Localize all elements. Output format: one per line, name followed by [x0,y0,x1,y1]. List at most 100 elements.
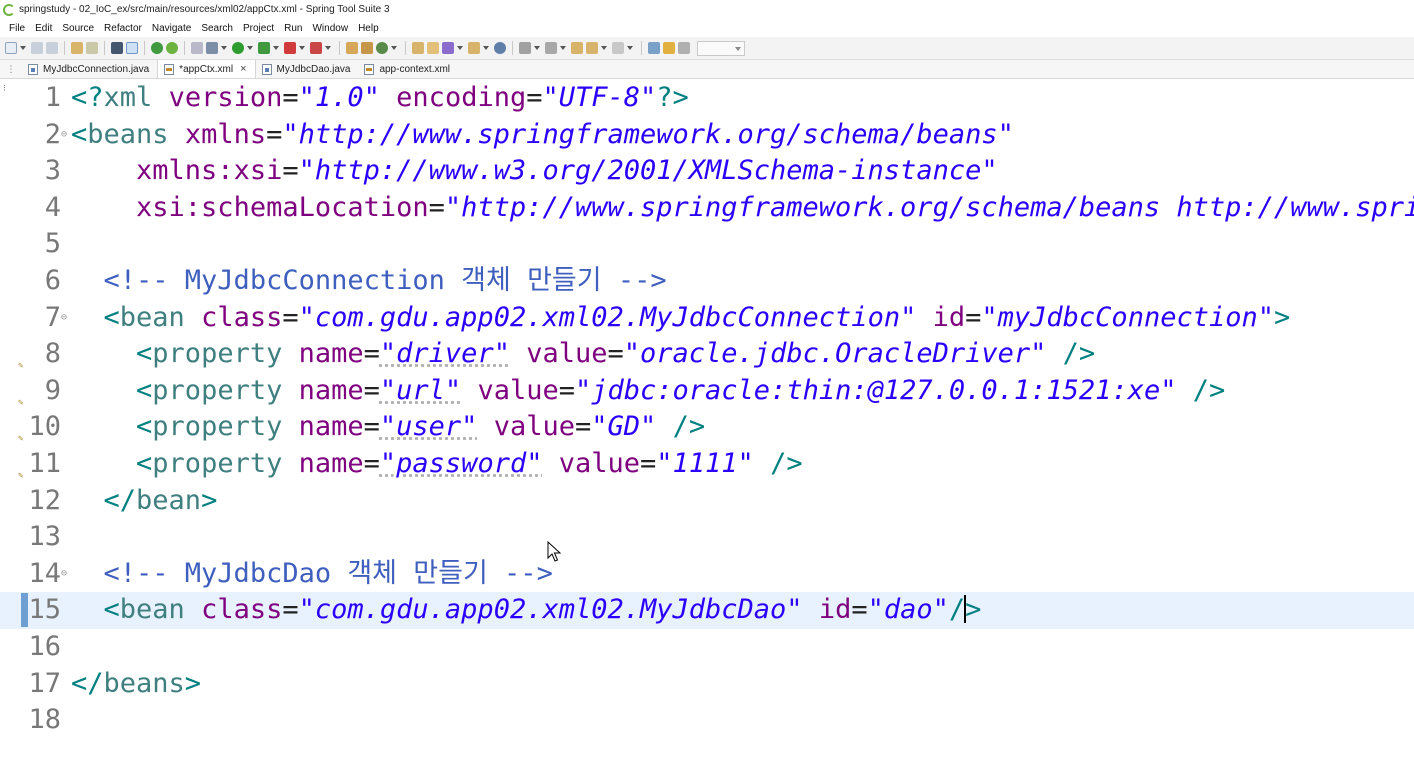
toolbar-combo[interactable] [697,40,745,56]
debug-icon[interactable] [206,42,218,54]
code-line-12[interactable]: 12 </bean> [0,483,1414,520]
globe-icon[interactable] [494,42,506,54]
back-dropdown-icon[interactable] [601,46,607,50]
new-package-icon[interactable] [361,42,373,54]
line-number: 13 [28,521,61,553]
fold-toggle-icon[interactable]: ⊖ [61,117,67,154]
menu-edit[interactable]: Edit [30,23,57,34]
line-number: 7 [44,301,61,333]
code-token: = [282,301,299,333]
grid-icon[interactable] [678,42,690,54]
tab-appctx-xml[interactable]: *appCtx.xml × [157,60,256,78]
code-line-11[interactable]: ✎ 11 <property name="password" value="111… [0,446,1414,483]
open-type-icon[interactable] [71,42,83,54]
external-tools-dropdown-icon[interactable] [325,46,331,50]
code-line-14[interactable]: 14 ⊖ <!-- MyJdbcDao 객체 만들기 --> [0,556,1414,593]
save-icon[interactable] [31,42,43,54]
code-line-18[interactable]: 18 [0,702,1414,739]
open-perspective-icon[interactable] [468,42,480,54]
menu-window[interactable]: Window [307,23,353,34]
code-line-7[interactable]: 7 ⊖ <bean class="com.gdu.app02.xml02.MyJd… [0,300,1414,337]
menu-project[interactable]: Project [238,23,279,34]
new-icon[interactable] [5,42,17,54]
menu-refactor[interactable]: Refactor [99,23,147,34]
stop-dropdown-icon[interactable] [299,46,305,50]
back-icon[interactable] [586,42,598,54]
new-class-icon[interactable] [376,42,388,54]
menu-help[interactable]: Help [353,23,384,34]
menu-run[interactable]: Run [279,23,307,34]
menu-search[interactable]: Search [196,23,238,34]
xml-editor[interactable]: ⁝ 1 <?xml version="1.0" encoding="UTF-8"?… [0,79,1414,765]
search-dropdown-icon[interactable] [457,46,463,50]
annotation-icon[interactable] [519,42,531,54]
close-icon[interactable]: × [240,63,246,75]
open-folder-icon[interactable] [412,42,424,54]
next-annotation-dropdown-icon[interactable] [560,46,566,50]
code-line-5[interactable]: 5 [0,226,1414,263]
share-icon[interactable] [648,42,660,54]
pin-editor-icon[interactable] [663,42,675,54]
forward-icon[interactable] [612,42,624,54]
code-token: beans [87,118,169,150]
new-dropdown-icon[interactable] [20,46,26,50]
code-line-9[interactable]: ✎ 9 <property name="url" value="jdbc:orac… [0,373,1414,410]
code-line-8[interactable]: ✎ 8 <property name="driver" value="oracle… [0,336,1414,373]
code-token: class [201,301,283,333]
code-token: "1111" [656,448,754,479]
coverage-dropdown-icon[interactable] [273,46,279,50]
code-line-16[interactable]: 16 [0,629,1414,666]
code-line-13[interactable]: 13 [0,519,1414,556]
run-icon[interactable] [232,42,244,54]
coverage-icon[interactable] [258,42,270,54]
next-annotation-icon[interactable] [545,42,557,54]
refresh-icon[interactable] [166,42,178,54]
toggle-mark-occurrences-icon[interactable] [126,42,138,54]
fold-toggle-icon[interactable]: ⊖ [61,300,67,337]
code-token: <!-- MyJdbcConnection 객체 만들기 --> [103,265,667,296]
spring-boot-dashboard-icon[interactable] [151,42,163,54]
code-token: < [71,118,88,150]
open-task-icon[interactable] [86,42,98,54]
search-wand-icon[interactable] [442,42,454,54]
code-line-10[interactable]: ✎ 10 <property name="user" value="GD" /> [0,409,1414,446]
open-resource-icon[interactable] [427,42,439,54]
code-line-2[interactable]: 2 ⊖ <beans xmlns="http://www.springframewo… [0,117,1414,154]
code-line-15[interactable]: 15 <bean class="com.gdu.app02.xml02.MyJd… [0,592,1414,629]
tab-myjdbcdao-java[interactable]: MyJdbcDao.java [256,60,359,78]
annotation-dropdown-icon[interactable] [534,46,540,50]
code-text: xsi:schemaLocation="http://www.springfra… [71,190,1414,227]
run-dropdown-icon[interactable] [247,46,253,50]
debug-dropdown-icon[interactable] [221,46,227,50]
skip-breakpoints-icon[interactable] [191,42,203,54]
console-icon[interactable] [111,42,123,54]
menu-file[interactable]: File [4,23,30,34]
view-menu-icon[interactable]: ⋮ [0,60,22,78]
new-class-dropdown-icon[interactable] [391,46,397,50]
new-java-project-icon[interactable] [346,42,358,54]
menu-source[interactable]: Source [57,23,99,34]
forward-dropdown-icon[interactable] [627,46,633,50]
code-line-6[interactable]: 6 <!-- MyJdbcConnection 객체 만들기 --> [0,263,1414,300]
code-line-17[interactable]: 17 </beans> [0,666,1414,703]
stop-icon[interactable] [284,42,296,54]
tab-app-context-xml[interactable]: app-context.xml [358,60,458,78]
external-tools-icon[interactable] [310,42,322,54]
line-number: 9 [44,374,61,406]
code-line-1[interactable]: 1 <?xml version="1.0" encoding="UTF-8"?> [0,80,1414,117]
last-edit-location-icon[interactable] [571,42,583,54]
menu-navigate[interactable]: Navigate [147,23,196,34]
fold-toggle-icon[interactable]: ⊖ [61,556,67,593]
perspective-dropdown-icon[interactable] [483,46,489,50]
tab-myjdbcconnection-java[interactable]: MyJdbcConnection.java [22,60,157,78]
code-line-4[interactable]: 4 xsi:schemaLocation="http://www.springf… [0,190,1414,227]
code-line-3[interactable]: 3 xmlns:xsi="http://www.w3.org/2001/XMLS… [0,153,1414,190]
save-all-icon[interactable] [46,42,58,54]
